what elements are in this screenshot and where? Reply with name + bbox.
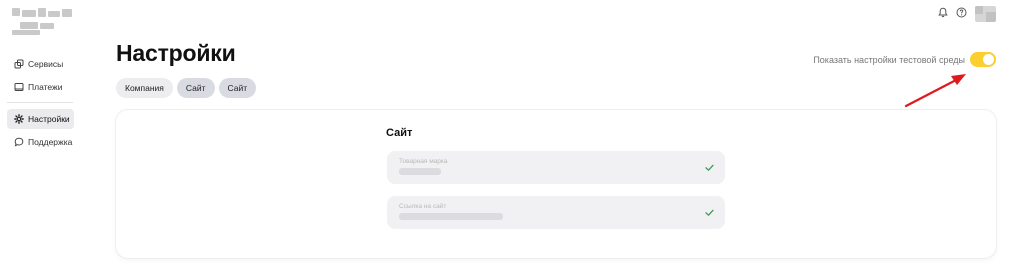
tabs: Компания Сайт Сайт [116, 78, 257, 98]
logo[interactable] [12, 8, 78, 38]
avatar[interactable] [975, 6, 996, 22]
site-link-field[interactable]: Ссылка на сайт [387, 196, 725, 229]
chat-bubble-icon [13, 137, 24, 148]
sidebar-divider [7, 102, 73, 103]
check-icon [705, 209, 714, 216]
tab-company[interactable]: Компания [116, 78, 173, 98]
topbar-icons [938, 5, 996, 23]
gear-icon [13, 114, 24, 125]
sidebar-item-label: Сервисы [28, 59, 64, 69]
site-settings-card: Сайт Товарная марка Ссылка на сайт [116, 110, 996, 258]
test-env-toggle-row: Показать настройки тестовой среды [813, 52, 996, 67]
toggle-knob [983, 54, 994, 65]
field-value-redacted [399, 213, 503, 220]
field-label: Товарная марка [399, 158, 448, 165]
page-title: Настройки [116, 40, 236, 66]
test-env-toggle-label: Показать настройки тестовой среды [813, 54, 965, 65]
tab-site[interactable]: Сайт [176, 78, 215, 98]
check-icon [705, 164, 714, 171]
sidebar-item-label: Настройки [28, 114, 70, 124]
sidebar: Сервисы Платежи Настройки Поддержка [7, 54, 74, 155]
tab-site-2[interactable]: Сайт [218, 78, 257, 98]
sidebar-item-label: Платежи [28, 82, 63, 92]
test-env-toggle[interactable] [970, 52, 996, 67]
payments-icon [13, 82, 24, 93]
sidebar-item-support[interactable]: Поддержка [7, 132, 74, 152]
help-icon[interactable] [956, 5, 967, 23]
trademark-field[interactable]: Товарная марка [387, 151, 725, 184]
services-icon [13, 59, 24, 70]
field-value-redacted [399, 168, 441, 175]
sidebar-item-label: Поддержка [28, 137, 73, 147]
bell-icon[interactable] [938, 5, 948, 23]
field-label: Ссылка на сайт [399, 203, 447, 210]
sidebar-item-settings[interactable]: Настройки [7, 109, 74, 129]
annotation-arrow-icon [904, 74, 966, 108]
sidebar-item-payments[interactable]: Платежи [7, 77, 74, 97]
sidebar-item-services[interactable]: Сервисы [7, 54, 74, 74]
card-title: Сайт [386, 127, 413, 139]
